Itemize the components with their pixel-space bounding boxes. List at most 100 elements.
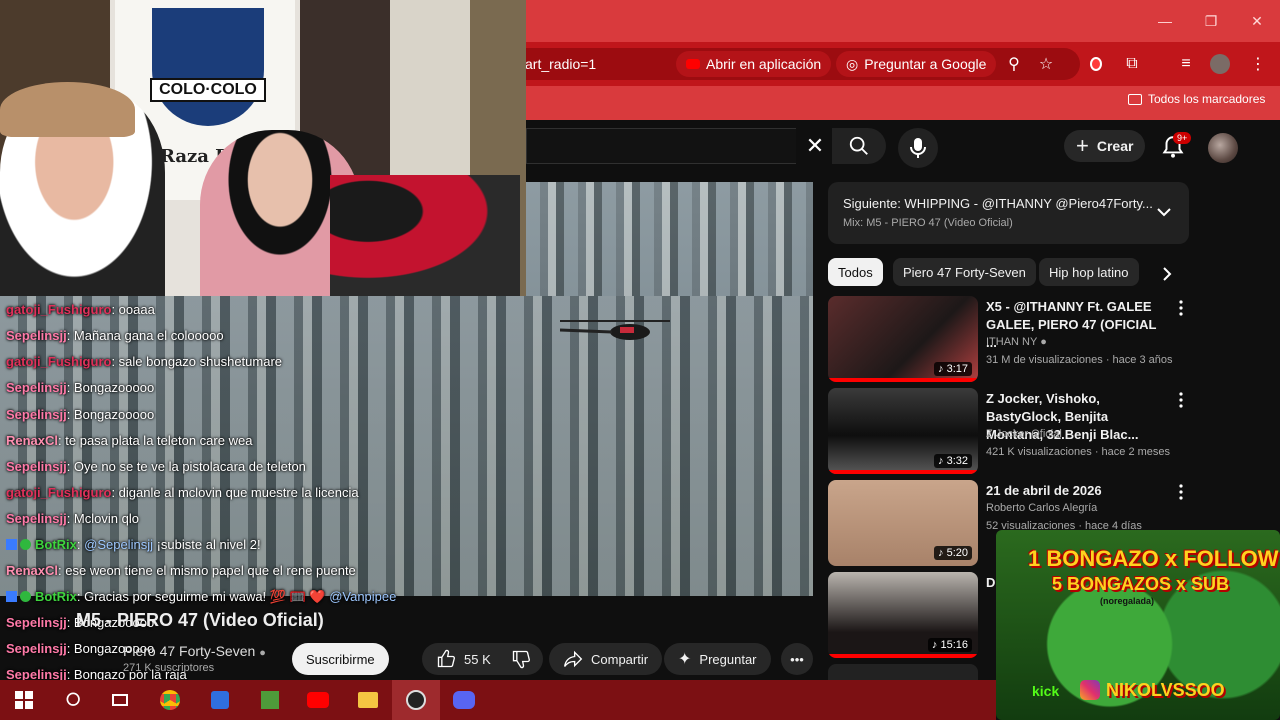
chat-message: gatoji_Fushiguro: diganle al mclovin que…: [6, 485, 359, 500]
chip-channel[interactable]: Piero 47 Forty-Seven: [893, 258, 1036, 286]
open-in-app-button[interactable]: Abrir en aplicación: [676, 51, 832, 77]
crest-text: COLO·COLO: [150, 78, 266, 102]
address-bar-url[interactable]: art_radio=1: [525, 56, 596, 72]
folder-icon: [1128, 93, 1142, 105]
chat-message: Sepelinsjj: Mañana gana el colooooo: [6, 328, 224, 343]
create-button[interactable]: + Crear: [1064, 130, 1146, 162]
subscribe-button[interactable]: Suscribirme: [292, 643, 389, 675]
plus-icon: +: [1076, 133, 1089, 158]
chat-text: : ese weon tiene el mismo papel que el r…: [58, 563, 356, 578]
bot-badge-icon: [6, 591, 17, 602]
zoom-icon[interactable]: ⚲: [1002, 52, 1026, 76]
video-thumbnail[interactable]: ♪ 3:17: [828, 296, 978, 382]
youtube-taskbar-icon[interactable]: [306, 688, 330, 712]
maximize-button[interactable]: ❐: [1188, 0, 1234, 42]
chat-text: : sale bongazo shushetumare: [111, 354, 283, 369]
ask-google-button[interactable]: ◎ Preguntar a Google: [836, 51, 997, 77]
search-input[interactable]: [526, 128, 796, 164]
extension-record-icon[interactable]: [1084, 52, 1108, 76]
chat-username[interactable]: BotRix: [35, 589, 77, 604]
helicopter-in-video: [560, 320, 670, 340]
chrome-icon[interactable]: [158, 688, 182, 712]
kick-logo: kick: [1032, 683, 1060, 699]
verified-icon: ●: [259, 647, 266, 659]
video-thumbnail[interactable]: ♪ 15:16: [828, 572, 978, 658]
recommendation-thumbnail-partial[interactable]: [828, 664, 978, 680]
sparkle-icon: ✦: [678, 651, 692, 668]
duration-badge: ♪ 3:32: [934, 454, 972, 468]
chat-message: gatoji_Fushiguro: sale bongazo shushetum…: [6, 354, 282, 369]
close-window-button[interactable]: ✕: [1234, 0, 1280, 42]
up-next-card[interactable]: [828, 182, 1189, 244]
chat-username[interactable]: RenaxCl: [6, 563, 58, 578]
chat-username[interactable]: BotRix: [35, 537, 77, 552]
chat-username[interactable]: gatoji_Fushiguro: [6, 485, 111, 500]
minimize-button[interactable]: —: [1142, 0, 1188, 42]
chat-message: Sepelinsjj: Bongazooooo: [6, 380, 154, 395]
chat-username[interactable]: Sepelinsjj: [6, 615, 67, 630]
clear-search-icon[interactable]: ✕: [800, 132, 830, 160]
window-controls: — ❐ ✕: [1142, 0, 1280, 42]
search-button[interactable]: [832, 128, 886, 164]
channel-label: Z Jocker Oficial: [986, 428, 1062, 440]
account-avatar[interactable]: [1208, 133, 1238, 163]
chat-message: RenaxCl: ese weon tiene el mismo papel q…: [6, 563, 356, 578]
chat-message: Sepelinsjj: Bongazooooo: [6, 407, 154, 422]
ask-ai-button[interactable]: ✦ Preguntar: [664, 643, 771, 675]
chat-message: BotRix: @Sepelinsjj ¡subiste al nivel 2!: [6, 537, 261, 552]
search-taskbar-icon[interactable]: [62, 688, 86, 712]
chip-todos[interactable]: Todos: [828, 258, 883, 286]
more-vertical-icon[interactable]: [1176, 484, 1186, 500]
minecraft-icon[interactable]: [258, 688, 282, 712]
obs-icon[interactable]: [404, 688, 428, 712]
extensions-puzzle-icon[interactable]: ⧉: [1120, 52, 1144, 76]
more-actions-button[interactable]: •••: [781, 643, 813, 675]
all-bookmarks-label: Todos los marcadores: [1148, 92, 1266, 106]
chat-message: RenaxCl: te pasa plata la teleton care w…: [6, 433, 252, 448]
chat-text: : diganle al mclovin que muestre la lice…: [111, 485, 359, 500]
chip-hip-hop[interactable]: Hip hop latino: [1039, 258, 1139, 286]
more-vertical-icon[interactable]: [1176, 300, 1186, 316]
recommendation-item[interactable]: ♪ 3:32 Z Jocker, Vishoko, BastyGlock, Be…: [828, 388, 1198, 474]
media-control-icon[interactable]: ≡: [1174, 52, 1198, 76]
browser-menu-icon[interactable]: ⋮: [1246, 52, 1270, 76]
chevron-down-icon[interactable]: [1154, 202, 1174, 222]
lens-icon: ◎: [846, 55, 859, 72]
chat-username[interactable]: Sepelinsjj: [6, 328, 67, 343]
video-thumbnail[interactable]: ♪ 5:20: [828, 480, 978, 566]
chat-username[interactable]: Sepelinsjj: [6, 511, 67, 526]
create-label: Crear: [1096, 138, 1134, 154]
chat-username[interactable]: Sepelinsjj: [6, 459, 67, 474]
recommendation-item[interactable]: ♪ 3:17 X5 - @ITHANNY Ft. GALEE GALEE, PI…: [828, 296, 1198, 382]
windows-start-icon[interactable]: [12, 688, 36, 712]
bot-badge-icon: [6, 539, 17, 550]
task-view-icon[interactable]: [108, 688, 132, 712]
chat-username[interactable]: gatoji_Fushiguro: [6, 302, 111, 317]
microsoft-store-icon[interactable]: [208, 688, 232, 712]
chat-text: : Bongazooooo: [66, 407, 155, 422]
watched-progress-bar: [828, 470, 978, 474]
file-explorer-icon[interactable]: [356, 688, 380, 712]
chat-username[interactable]: gatoji_Fushiguro: [6, 354, 111, 369]
verified-icon: ●: [1040, 336, 1047, 348]
profile-avatar-icon[interactable]: [1208, 52, 1232, 76]
all-bookmarks-folder[interactable]: Todos los marcadores: [1128, 92, 1265, 106]
chevron-right-icon[interactable]: [1157, 264, 1177, 284]
duration-value: 3:32: [946, 455, 968, 467]
share-button[interactable]: Compartir: [549, 643, 663, 675]
chat-username[interactable]: RenaxCl: [6, 433, 58, 448]
chat-text: : Mañana gana el colooooo: [66, 328, 224, 343]
chat-username[interactable]: Sepelinsjj: [6, 380, 67, 395]
video-thumbnail[interactable]: ♪ 3:32: [828, 388, 978, 474]
dislike-button[interactable]: [499, 643, 543, 675]
discord-icon[interactable]: [452, 688, 476, 712]
more-vertical-icon[interactable]: [1176, 392, 1186, 408]
chat-username[interactable]: Sepelinsjj: [6, 641, 67, 656]
chat-username[interactable]: Sepelinsjj: [6, 407, 67, 422]
promo-line-note: (noregalada): [1100, 596, 1155, 606]
voice-search-button[interactable]: [898, 128, 938, 168]
channel-name[interactable]: Piero 47 Forty-Seven ●: [123, 643, 266, 659]
bookmark-star-icon[interactable]: ☆: [1034, 52, 1058, 76]
like-button[interactable]: 55 K: [422, 643, 505, 675]
recommendation-channel: Z Jocker Oficial: [986, 428, 1062, 440]
